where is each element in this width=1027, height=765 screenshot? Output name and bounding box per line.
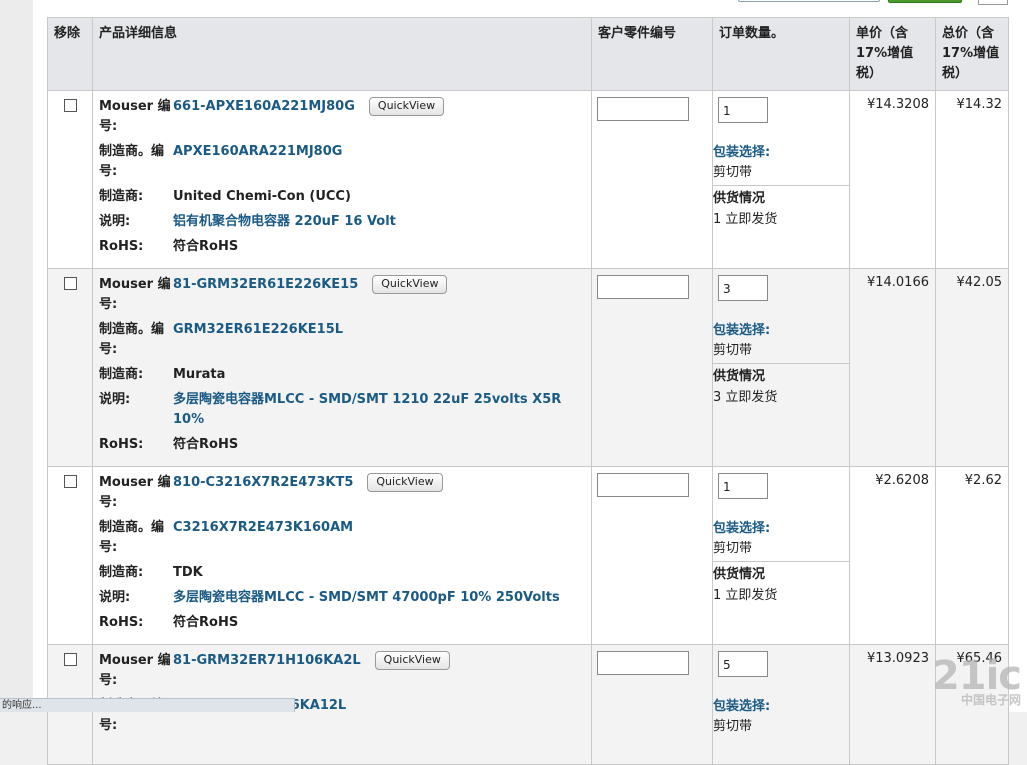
page-margin xyxy=(0,0,33,712)
customer-part-input[interactable] xyxy=(597,473,689,497)
packaging-value: 剪切带 xyxy=(713,541,753,556)
mfr-no-label: 制造商。编号: xyxy=(99,520,165,555)
product-details: Mouser 编号: 81-GRM32ER61E226KE15 QuickView… xyxy=(92,268,592,467)
mfr-label: 制造商: xyxy=(99,367,144,382)
unit-price: ¥14.0166 xyxy=(849,268,936,467)
remove-checkbox[interactable] xyxy=(64,99,77,112)
packaging-value: 剪切带 xyxy=(713,719,753,734)
mouser-no-label: Mouser 编号: xyxy=(99,99,171,134)
remove-checkbox[interactable] xyxy=(64,653,77,666)
col-header-unit-price: 单价（含17%增值税） xyxy=(849,17,936,91)
rohs-label: RoHS: xyxy=(99,615,144,630)
col-header-qty: 订单数量。 xyxy=(712,17,850,91)
col-header-customer-part: 客户零件编号 xyxy=(591,17,713,91)
desc-label: 说明: xyxy=(99,590,131,605)
qty-input[interactable]: 5 xyxy=(718,651,768,677)
mouser-part-link[interactable]: 81-GRM32ER71H106KA2L xyxy=(173,653,361,668)
mouser-no-label: Mouser 编号: xyxy=(99,277,171,312)
top-green-button[interactable] xyxy=(888,0,962,3)
cart-row: Mouser 编号: 81-GRM32ER61E226KE15 QuickView… xyxy=(47,268,1009,467)
desc-label: 说明: xyxy=(99,214,131,229)
rohs-value: 符合RoHS xyxy=(173,437,239,452)
qty-input[interactable]: 3 xyxy=(718,275,768,301)
mouser-no-label: Mouser 编号: xyxy=(99,653,171,688)
packaging-value: 剪切带 xyxy=(713,165,753,180)
desc-link[interactable]: 多层陶瓷电容器MLCC - SMD/SMT 1210 22uF 25volts … xyxy=(173,392,561,427)
desc-link[interactable]: 多层陶瓷电容器MLCC - SMD/SMT 47000pF 10% 250Vol… xyxy=(173,590,560,605)
qty-input[interactable]: 1 xyxy=(718,473,768,499)
packaging-label[interactable]: 包装选择: xyxy=(713,697,849,717)
mouser-part-link[interactable]: 810-C3216X7R2E473KT5 xyxy=(173,475,353,490)
mouser-part-link[interactable]: 81-GRM32ER61E226KE15 xyxy=(173,277,358,292)
top-toolbar xyxy=(33,0,1027,17)
top-input[interactable] xyxy=(738,0,880,2)
unit-price: ¥2.6208 xyxy=(849,466,936,645)
qty-input[interactable]: 1 xyxy=(718,97,768,123)
mfr-value: United Chemi-Con (UCC) xyxy=(173,189,351,204)
top-small-box[interactable] xyxy=(978,0,1008,5)
total-price: ¥2.62 xyxy=(935,466,1009,645)
stock-value: 3 立即发货 xyxy=(713,390,778,405)
cart-table: 移除 产品详细信息 客户零件编号 订单数量。 单价（含17%增值税） 总价（含1… xyxy=(47,17,1009,765)
qty-divider xyxy=(713,185,849,186)
cart-page: 移除 产品详细信息 客户零件编号 订单数量。 单价（含17%增值税） 总价（含1… xyxy=(33,0,1027,765)
packaging-label[interactable]: 包装选择: xyxy=(713,143,849,163)
mfr-value: TDK xyxy=(173,565,203,580)
product-details: Mouser 编号: 661-APXE160A221MJ80G QuickView… xyxy=(92,90,592,269)
qty-divider xyxy=(713,363,849,364)
rohs-label: RoHS: xyxy=(99,437,144,452)
desc-link[interactable]: 铝有机聚合物电容器 220uF 16 Volt xyxy=(173,214,396,229)
stock-label: 供货情况 xyxy=(713,567,766,582)
stock-value: 1 立即发货 xyxy=(713,212,778,227)
quickview-button[interactable]: QuickView xyxy=(368,97,445,116)
mfr-no-label: 制造商。编号: xyxy=(99,144,165,179)
quickview-button[interactable]: QuickView xyxy=(367,473,443,492)
qty-divider xyxy=(713,561,849,562)
rohs-value: 符合RoHS xyxy=(173,615,239,630)
packaging-value: 剪切带 xyxy=(713,343,753,358)
mouser-no-label: Mouser 编号: xyxy=(99,475,171,510)
customer-part-input[interactable] xyxy=(597,275,689,299)
cart-row: Mouser 编号: 810-C3216X7R2E473KT5 QuickView… xyxy=(47,466,1009,645)
stock-label: 供货情况 xyxy=(713,369,766,384)
cart-header-row: 移除 产品详细信息 客户零件编号 订单数量。 单价（含17%增值税） 总价（含1… xyxy=(47,17,1009,91)
stock-label: 供货情况 xyxy=(713,191,766,206)
mfr-label: 制造商: xyxy=(99,565,144,580)
total-price: ¥14.32 xyxy=(935,90,1009,269)
mfr-no-label: 制造商。编号: xyxy=(99,322,165,357)
customer-part-input[interactable] xyxy=(597,97,689,121)
product-details: Mouser 编号: 810-C3216X7R2E473KT5 QuickView… xyxy=(92,466,592,645)
desc-label: 说明: xyxy=(99,392,131,407)
quickview-button[interactable]: QuickView xyxy=(372,275,448,294)
site-watermark: 21ic 中国电子网 xyxy=(932,653,1022,708)
mfr-part-link[interactable]: GRM32ER61E226KE15L xyxy=(173,322,343,337)
total-price: ¥42.05 xyxy=(935,268,1009,467)
unit-price: ¥14.3208 xyxy=(849,90,936,269)
rohs-label: RoHS: xyxy=(99,239,144,254)
stock-value: 1 立即发货 xyxy=(713,588,778,603)
mfr-part-link[interactable]: C3216X7R2E473K160AM xyxy=(173,520,353,535)
packaging-label[interactable]: 包装选择: xyxy=(713,519,849,539)
unit-price: ¥13.0923 xyxy=(849,644,936,765)
cart-row: Mouser 编号: 661-APXE160A221MJ80G QuickView… xyxy=(47,90,1009,269)
mfr-label: 制造商: xyxy=(99,189,144,204)
browser-status-bar: 的响应... xyxy=(0,698,295,712)
remove-checkbox[interactable] xyxy=(64,277,77,290)
packaging-label[interactable]: 包装选择: xyxy=(713,321,849,341)
customer-part-input[interactable] xyxy=(597,651,689,675)
mfr-part-link[interactable]: APXE160ARA221MJ80G xyxy=(173,144,342,159)
remove-checkbox[interactable] xyxy=(64,475,77,488)
col-header-total-price: 总价（含17%增值税） xyxy=(935,17,1009,91)
quickview-button[interactable]: QuickView xyxy=(374,651,450,670)
col-header-product: 产品详细信息 xyxy=(92,17,592,91)
mfr-value: Murata xyxy=(173,367,226,382)
mouser-part-link[interactable]: 661-APXE160A221MJ80G xyxy=(173,99,355,114)
rohs-value: 符合RoHS xyxy=(173,239,239,254)
col-header-remove: 移除 xyxy=(47,17,93,91)
